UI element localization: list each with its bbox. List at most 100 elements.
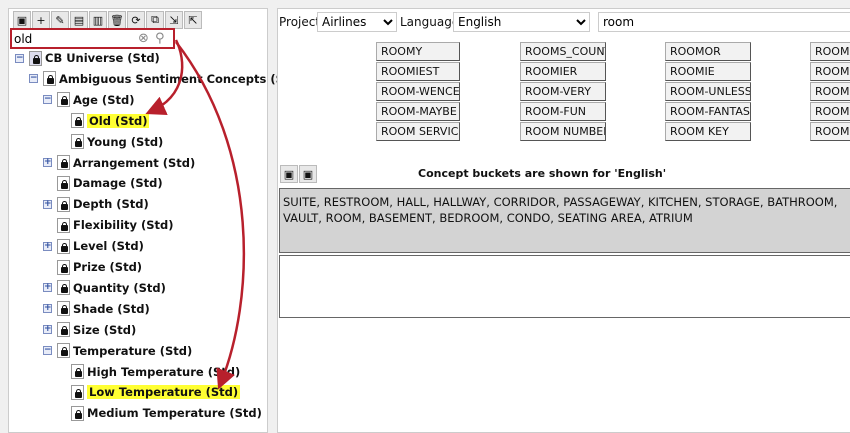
concept-tree-panel: ▣+✎▤▥🗑⟳⧉⇲⇱ ⊗ ⚲ −CB Universe (Std)−Ambigu… (8, 8, 303, 433)
word-button[interactable]: ROOMIE (665, 62, 751, 81)
tree-item-label: Prize (Std) (73, 260, 143, 274)
locked-concept-icon (71, 364, 84, 379)
tree-search-input[interactable] (12, 30, 132, 47)
tree-item-label: Arrangement (Std) (73, 155, 196, 170)
expand-icon[interactable]: + (43, 158, 52, 167)
collapse-icon[interactable]: − (43, 346, 52, 356)
project-select[interactable]: Airlines (317, 12, 397, 32)
expand-icon[interactable]: + (43, 283, 52, 293)
delete-icon[interactable]: 🗑 (108, 11, 126, 29)
locked-concept-icon (57, 322, 70, 338)
tree-item[interactable]: Young (Std) (71, 132, 163, 152)
hierarchy-icon[interactable]: ⧉ (146, 11, 164, 29)
tree-item-label: Damage (Std) (73, 176, 163, 191)
folder-icon (29, 50, 42, 66)
word-button[interactable]: ROOM-UNLESS (665, 82, 751, 101)
word-button[interactable]: ROOM-FANTAS.. (665, 102, 751, 121)
save-icon[interactable]: ▣ (13, 11, 31, 29)
tree-item[interactable]: − Temperature (Std) (43, 341, 192, 361)
tree-item[interactable]: + Level (Std) (43, 236, 144, 256)
tree-item-label: Young (Std) (87, 134, 164, 149)
tree-item-label: Medium Temperature (Std) (87, 406, 262, 421)
word-button[interactable]: ROOM SERVICE (376, 122, 460, 141)
save-icon[interactable]: ▣ (280, 165, 298, 183)
locked-concept-icon (57, 259, 70, 275)
search-icon[interactable]: ⚲ (155, 31, 165, 46)
expand-icon[interactable]: + (43, 241, 52, 251)
tree-item-label: Quantity (Std) (73, 280, 166, 295)
locked-concept-icon (57, 175, 70, 191)
word-button[interactable]: ROOM-MAYBE (376, 102, 460, 121)
word-button[interactable]: ROOM (810, 122, 850, 141)
word-button[interactable]: ROOMIEST (376, 62, 460, 81)
bucket-caption: Concept buckets are shown for 'English' (418, 167, 667, 180)
word-button[interactable]: ROOM-VERY (520, 82, 606, 101)
language-select[interactable]: English (453, 12, 590, 32)
tree-item[interactable]: + Depth (Std) (43, 194, 149, 214)
refresh-icon[interactable]: ⟳ (127, 11, 145, 29)
word-button[interactable]: ROOMOR (665, 42, 751, 61)
tree-item-label: Temperature (Std) (73, 343, 193, 358)
tree-item-label: Size (Std) (73, 322, 137, 337)
expand-icon[interactable]: + (43, 199, 52, 209)
tree-item[interactable]: Prize (Std) (57, 257, 142, 277)
tree-item[interactable]: + Arrangement (Std) (43, 153, 195, 173)
clear-icon[interactable]: ⊗ (138, 31, 149, 46)
tree-item[interactable]: − Ambiguous Sentiment Concepts (Std) (29, 69, 303, 89)
import-icon[interactable]: ⇲ (165, 11, 183, 29)
locked-concept-icon (71, 134, 84, 150)
expand-icon[interactable]: + (43, 304, 52, 314)
tree-item[interactable]: Flexibility (Std) (57, 215, 174, 235)
tree-item[interactable]: Damage (Std) (57, 173, 163, 193)
word-button[interactable]: ROOM KEY (665, 122, 751, 141)
collapse-icon[interactable]: − (43, 95, 52, 105)
tree-item[interactable]: − Age (Std) (43, 90, 134, 110)
locked-concept-icon (57, 238, 70, 254)
copy-icon[interactable]: ▤ (70, 11, 88, 29)
tree-item[interactable]: − CB Universe (Std) (15, 48, 160, 68)
locked-concept-icon (71, 384, 84, 400)
word-button[interactable]: ROOMY (376, 42, 460, 61)
locked-concept-icon (57, 280, 70, 296)
word-button[interactable]: ROOMS_COUNT (520, 42, 606, 61)
export-icon[interactable]: ⇱ (184, 11, 202, 29)
locked-concept-icon (71, 113, 84, 129)
tree-item-label: Depth (Std) (73, 197, 149, 212)
tree-item[interactable]: Medium Temperature (Std) (71, 403, 262, 423)
locked-concept-icon (71, 405, 84, 421)
add-icon[interactable]: + (32, 11, 50, 29)
tree-item[interactable]: + Size (Std) (43, 320, 136, 340)
word-button[interactable]: ROOM- (810, 102, 850, 121)
word-button[interactable]: ROOME (810, 62, 850, 81)
locked-concept-icon (57, 92, 70, 108)
edit-icon[interactable]: ✎ (51, 11, 69, 29)
tree-item[interactable]: High Temperature (Std) (71, 362, 240, 382)
word-panel: Project: Airlines Language: English ROOM… (277, 8, 850, 433)
tree-item[interactable]: Low Temperature (Std) (71, 382, 241, 402)
locked-concept-icon (57, 301, 70, 317)
tree-item-label: Low Temperature (Std) (87, 385, 241, 400)
tree-item[interactable]: + Shade (Std) (43, 299, 150, 319)
word-button[interactable]: ROOM-FUN (520, 102, 606, 121)
word-button[interactable]: ROOMIER (520, 62, 606, 81)
word-button[interactable]: ROOM-WENCE (376, 82, 460, 101)
word-button[interactable]: ROOMO (810, 42, 850, 61)
save-revert-icon[interactable]: ▣ (299, 165, 317, 183)
details-box (279, 255, 850, 318)
concept-bucket-list: SUITE, RESTROOM, HALL, HALLWAY, CORRIDOR… (279, 188, 850, 253)
locked-concept-icon (43, 71, 56, 87)
collapse-icon[interactable]: − (15, 53, 24, 63)
paste-icon[interactable]: ▥ (89, 11, 107, 29)
word-button[interactable]: ROOM- (810, 82, 850, 101)
locked-concept-icon (57, 196, 70, 212)
word-search-input[interactable] (598, 12, 850, 32)
tree-item-label: Shade (Std) (73, 301, 150, 316)
locked-concept-icon (57, 343, 70, 359)
tree-item[interactable]: + Quantity (Std) (43, 278, 166, 298)
tree-item-label: Age (Std) (73, 92, 135, 107)
tree-item[interactable]: Old (Std) (71, 111, 150, 131)
tree-item-label: Level (Std) (73, 239, 144, 254)
word-button[interactable]: ROOM NUMBER (520, 122, 606, 141)
expand-icon[interactable]: + (43, 325, 52, 335)
collapse-icon[interactable]: − (29, 74, 38, 84)
